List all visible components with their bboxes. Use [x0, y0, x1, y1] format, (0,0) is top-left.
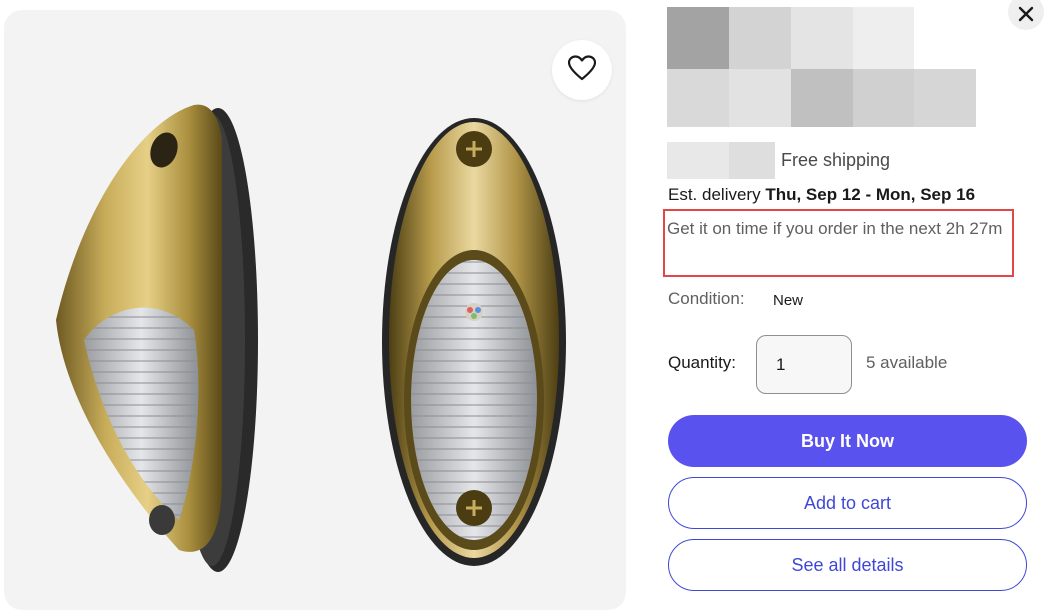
ontime-message: Get it on time if you order in the next … [667, 219, 1003, 238]
available-count: 5 available [866, 353, 948, 372]
redacted-price [667, 142, 775, 179]
condition-value: New [773, 292, 804, 309]
product-image [56, 104, 566, 572]
favorite-button[interactable] [552, 40, 612, 100]
see-all-details-button[interactable]: See all details [668, 539, 1027, 591]
heart-outline-icon [567, 54, 597, 86]
condition-label: Condition: [668, 289, 745, 308]
quantity-label: Quantity: [668, 353, 737, 372]
estimated-delivery: Est. delivery Thu, Sep 12 - Mon, Sep 16 [668, 185, 975, 205]
buy-it-now-button[interactable]: Buy It Now [668, 415, 1027, 467]
close-button[interactable] [1008, 0, 1044, 30]
close-x-icon [1017, 0, 1035, 28]
shipping-text: Free shipping [781, 150, 891, 170]
quantity-input[interactable] [756, 335, 852, 394]
add-to-cart-button[interactable]: Add to cart [668, 477, 1027, 529]
delivery-label: Est. delivery [668, 185, 761, 204]
product-image-panel[interactable] [4, 10, 626, 610]
shipping-row: Free shipping [667, 142, 890, 179]
delivery-dates: Thu, Sep 12 - Mon, Sep 16 [765, 185, 976, 204]
